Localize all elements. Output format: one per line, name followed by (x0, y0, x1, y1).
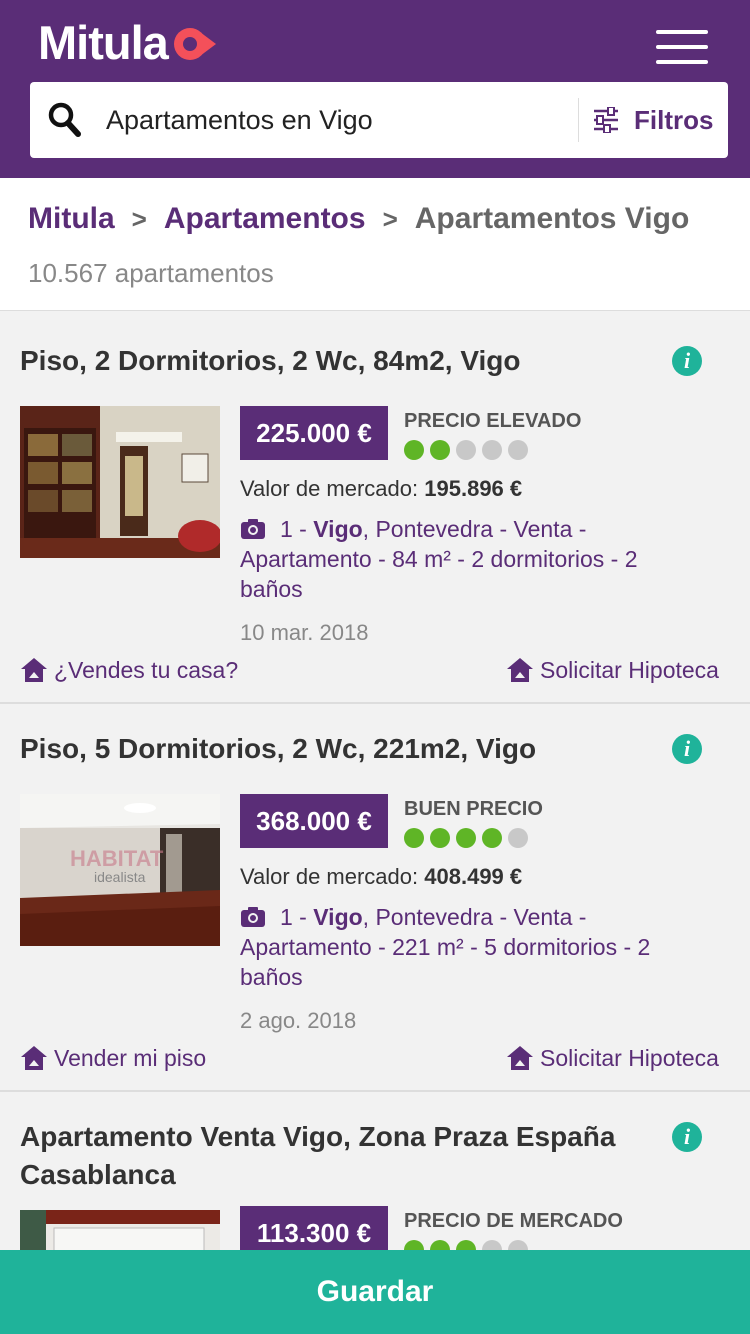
listing-city: Vigo (313, 516, 363, 542)
price-tag[interactable]: 225.000 € (240, 406, 388, 460)
search-divider (578, 98, 579, 142)
rating-dot (430, 440, 450, 460)
logo-pin-icon (173, 28, 216, 60)
camera-icon (241, 907, 265, 927)
sell-flat-link[interactable]: Vender mi piso (20, 1044, 206, 1072)
listing-card[interactable]: Apartamento Venta Vigo, Zona Praza Españ… (0, 1092, 750, 1250)
price-tag[interactable]: 113.300 € (240, 1206, 388, 1250)
results-count: 10.567 apartamentos (28, 258, 274, 288)
market-value-amount: 408.499 € (424, 864, 523, 889)
info-icon[interactable]: i (672, 346, 702, 376)
save-search-button[interactable]: Guardar (0, 1250, 750, 1334)
mortgage-label: Solicitar Hipoteca (540, 1044, 719, 1071)
rating-dot (482, 828, 502, 848)
breadcrumb: Mitula > Apartamentos > Apartamentos Vigo (28, 202, 689, 236)
mortgage-link[interactable]: Solicitar Hipoteca (506, 1044, 719, 1072)
listing-title[interactable]: Piso, 2 Dormitorios, 2 Wc, 84m2, Vigo (20, 342, 640, 380)
listing-date: 2 ago. 2018 (240, 1008, 357, 1033)
rating-dot (456, 440, 476, 460)
rating-dot (456, 828, 476, 848)
rating-dot (482, 1240, 502, 1250)
top-header: Mitula Apartamentos en Vigo Filtros (0, 0, 750, 178)
house-icon (507, 1046, 533, 1070)
breadcrumb-section: Mitula > Apartamentos > Apartamentos Vigo 10… (0, 178, 750, 311)
sell-flat-label: Vender mi piso (54, 1044, 207, 1071)
price-tag[interactable]: 368.000 € (240, 794, 388, 848)
filters-label: Filtros (634, 104, 714, 135)
rating-dot (482, 440, 502, 460)
price-rating-label: PRECIO ELEVADO (404, 410, 582, 432)
rating-dot (404, 1240, 424, 1250)
mortgage-label: Solicitar Hipoteca (540, 656, 719, 683)
breadcrumb-separator: > (131, 204, 147, 234)
sell-house-label: ¿Vendes tu casa? (54, 656, 239, 683)
breadcrumb-current: Apartamentos Vigo (414, 202, 690, 235)
listing-card[interactable]: Piso, 5 Dormitorios, 2 Wc, 221m2, Vigo i… (0, 704, 750, 1092)
house-icon (21, 658, 47, 682)
photo-watermark: idealista (94, 869, 146, 885)
search-icon (48, 102, 81, 137)
info-icon[interactable]: i (672, 734, 702, 764)
listing-photo[interactable]: HABITAT idealista (20, 794, 220, 946)
rating-dot (404, 828, 424, 848)
house-icon (21, 1046, 47, 1070)
listing-title[interactable]: Piso, 5 Dormitorios, 2 Wc, 221m2, Vigo (20, 730, 640, 768)
search-bar[interactable]: Apartamentos en Vigo Filtros (30, 82, 728, 158)
rating-dot (508, 440, 528, 460)
sliders-icon (594, 107, 618, 133)
listing-details-text: , Pontevedra - Venta - Apartamento - 84 … (240, 516, 638, 602)
listing-city: Vigo (313, 904, 363, 930)
search-input[interactable]: Apartamentos en Vigo (106, 100, 373, 140)
listing-card[interactable]: Piso, 2 Dormitorios, 2 Wc, 84m2, Vigo i … (0, 312, 750, 704)
rating-dot (430, 1240, 450, 1250)
house-icon (507, 658, 533, 682)
listing-date: 10 mar. 2018 (240, 620, 369, 645)
breadcrumb-link-apartamentos[interactable]: Apartamentos (164, 202, 366, 235)
hamburger-menu-icon[interactable] (656, 30, 708, 64)
rating-dot (456, 1240, 476, 1250)
listing-details-text: , Pontevedra - Venta - Apartamento - 221… (240, 904, 651, 990)
camera-icon (241, 519, 265, 539)
market-value: Valor de mercado: 408.499 € (240, 864, 522, 890)
photo-count: 1 (280, 516, 293, 542)
mortgage-link[interactable]: Solicitar Hipoteca (506, 656, 719, 684)
price-rating-label: BUEN PRECIO (404, 798, 543, 820)
listing-details[interactable]: 1 - Vigo, Pontevedra - Venta - Apartamen… (240, 514, 680, 604)
info-icon[interactable]: i (672, 1122, 702, 1152)
logo-text: Mitula (38, 15, 169, 69)
market-value-amount: 195.896 € (424, 476, 523, 501)
listing-photo[interactable] (20, 1210, 220, 1250)
rating-dot (508, 828, 528, 848)
svg-text:HABITAT: HABITAT (70, 846, 164, 871)
market-value-label: Valor de mercado: (240, 864, 419, 889)
rating-dot (430, 828, 450, 848)
price-rating-dots (404, 1240, 534, 1250)
mitula-logo[interactable]: Mitula (38, 14, 218, 70)
price-rating-dots (404, 440, 534, 460)
rating-dot (404, 440, 424, 460)
breadcrumb-link-mitula[interactable]: Mitula (28, 202, 115, 235)
filters-button[interactable]: Filtros (590, 82, 728, 158)
price-rating-label: PRECIO DE MERCADO (404, 1210, 623, 1232)
breadcrumb-separator: > (382, 204, 398, 234)
rating-dot (508, 1240, 528, 1250)
market-value-label: Valor de mercado: (240, 476, 419, 501)
price-rating-dots (404, 828, 534, 848)
photo-count: 1 (280, 904, 293, 930)
listing-details[interactable]: 1 - Vigo, Pontevedra - Venta - Apartamen… (240, 902, 680, 992)
listing-title[interactable]: Apartamento Venta Vigo, Zona Praza Españ… (20, 1118, 640, 1194)
sell-house-link[interactable]: ¿Vendes tu casa? (20, 656, 238, 684)
market-value: Valor de mercado: 195.896 € (240, 476, 522, 502)
listing-photo[interactable] (20, 406, 220, 558)
